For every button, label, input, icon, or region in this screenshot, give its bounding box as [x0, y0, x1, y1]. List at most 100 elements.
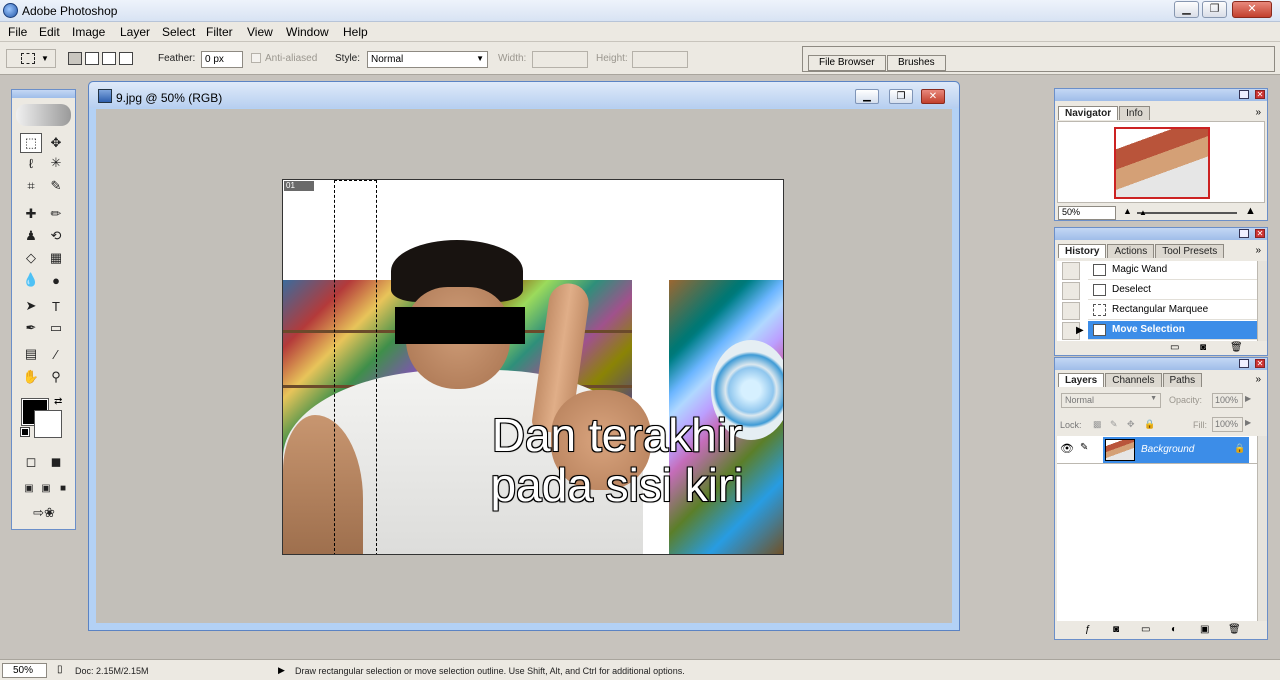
- history-item[interactable]: Rectangular Marquee: [1088, 301, 1257, 320]
- fill-slider-icon[interactable]: ▶: [1245, 418, 1251, 427]
- new-selection-icon[interactable]: [68, 52, 82, 65]
- panel-menu-icon[interactable]: »: [1255, 107, 1261, 118]
- minimize-button[interactable]: ▁: [1174, 1, 1199, 18]
- tab-info[interactable]: Info: [1119, 106, 1150, 120]
- doc-maximize-button[interactable]: ❐: [889, 89, 913, 104]
- tab-actions[interactable]: Actions: [1107, 244, 1155, 258]
- jump-to-imageready-icon[interactable]: ⇨❀: [26, 503, 62, 523]
- background-color-swatch[interactable]: [34, 410, 62, 438]
- intersect-selection-icon[interactable]: [119, 52, 133, 65]
- eyedropper-tool[interactable]: ⁄: [45, 344, 67, 364]
- menu-layer[interactable]: Layer: [120, 25, 150, 39]
- new-group-icon[interactable]: ▭: [1141, 624, 1150, 635]
- maximize-button[interactable]: ❐: [1202, 1, 1227, 18]
- gradient-tool[interactable]: ▦: [45, 248, 67, 268]
- history-snapshot-box[interactable]: [1062, 302, 1080, 320]
- tab-history[interactable]: History: [1058, 244, 1107, 258]
- menu-file[interactable]: File: [8, 25, 27, 39]
- close-button[interactable]: ✕: [1232, 1, 1272, 18]
- tab-paths[interactable]: Paths: [1162, 373, 1203, 387]
- panel-menu-icon[interactable]: »: [1255, 245, 1261, 256]
- status-menu-arrow-icon[interactable]: ▶: [278, 665, 285, 676]
- width-input[interactable]: [532, 51, 588, 68]
- doc-close-button[interactable]: ✕: [921, 89, 945, 104]
- panel-header[interactable]: ✕: [1055, 358, 1267, 370]
- add-to-selection-icon[interactable]: [85, 52, 99, 65]
- zoom-out-icon[interactable]: ▲: [1123, 206, 1132, 216]
- panel-minimize-icon[interactable]: [1239, 90, 1249, 99]
- brush-tool[interactable]: ✏: [45, 204, 67, 224]
- panel-minimize-icon[interactable]: [1239, 359, 1249, 368]
- history-snapshot-box[interactable]: [1062, 282, 1080, 300]
- adjustment-layer-icon[interactable]: ◐: [1171, 624, 1177, 635]
- menu-edit[interactable]: Edit: [39, 25, 60, 39]
- menu-select[interactable]: Select: [162, 25, 195, 39]
- history-item[interactable]: Magic Wand: [1088, 261, 1257, 280]
- notes-tool[interactable]: ▤: [20, 344, 42, 364]
- menu-view[interactable]: View: [247, 25, 273, 39]
- trash-icon[interactable]: 🗑: [1228, 624, 1241, 635]
- type-tool[interactable]: T: [45, 296, 67, 316]
- close-icon[interactable]: ✕: [1255, 229, 1265, 238]
- blur-tool[interactable]: 💧: [20, 270, 42, 290]
- eye-visibility-icon[interactable]: 👁: [1060, 442, 1074, 455]
- panel-menu-icon[interactable]: »: [1255, 374, 1261, 385]
- layer-mask-icon[interactable]: ◙: [1113, 624, 1119, 635]
- tab-brushes[interactable]: Brushes: [887, 55, 946, 71]
- new-snapshot-icon[interactable]: ◙: [1200, 342, 1206, 353]
- navigator-preview[interactable]: [1057, 121, 1265, 203]
- clone-stamp-tool[interactable]: ♟: [20, 226, 42, 246]
- slice-tool[interactable]: ✎: [45, 176, 67, 196]
- default-colors-icon[interactable]: [20, 427, 30, 437]
- doc-minimize-button[interactable]: ▁: [855, 89, 879, 104]
- history-brush-tool[interactable]: ⟲: [45, 226, 67, 246]
- path-selection-tool[interactable]: ➤: [20, 296, 42, 316]
- healing-brush-tool[interactable]: ✚: [20, 204, 42, 224]
- photoshop-eye-logo[interactable]: [16, 104, 71, 126]
- layers-scrollbar[interactable]: [1257, 436, 1267, 621]
- tool-preset-picker[interactable]: ▼: [6, 49, 56, 68]
- panel-header[interactable]: ✕: [1055, 228, 1267, 240]
- lock-all-icon[interactable]: 🔒: [1144, 419, 1155, 430]
- tab-tool-presets[interactable]: Tool Presets: [1155, 244, 1225, 258]
- standard-mode-icon[interactable]: ◻: [20, 452, 42, 472]
- magic-wand-tool[interactable]: ✳: [45, 153, 67, 173]
- close-icon[interactable]: ✕: [1255, 90, 1265, 99]
- menu-image[interactable]: Image: [72, 25, 105, 39]
- menu-filter[interactable]: Filter: [206, 25, 233, 39]
- tab-file-browser[interactable]: File Browser: [808, 55, 886, 71]
- view-box[interactable]: [1114, 127, 1210, 199]
- navigator-zoom-input[interactable]: 50%: [1058, 206, 1116, 220]
- zoom-slider-thumb[interactable]: ▲: [1139, 208, 1147, 217]
- lock-position-icon[interactable]: ✥: [1127, 419, 1135, 430]
- layer-style-icon[interactable]: ƒ: [1085, 624, 1091, 635]
- menu-window[interactable]: Window: [286, 25, 329, 39]
- layer-selected-highlight[interactable]: Background 🔒: [1103, 437, 1249, 463]
- status-zoom-input[interactable]: 50%: [2, 663, 47, 678]
- history-item-selected[interactable]: Move Selection: [1088, 321, 1257, 340]
- height-input[interactable]: [632, 51, 688, 68]
- lock-image-icon[interactable]: ✎: [1110, 419, 1118, 430]
- subtract-from-selection-icon[interactable]: [102, 52, 116, 65]
- toolbox-header[interactable]: [12, 90, 75, 98]
- feather-input[interactable]: 0 px: [201, 51, 243, 68]
- new-layer-icon[interactable]: ▣: [1200, 624, 1209, 635]
- trash-icon[interactable]: 🗑: [1230, 342, 1243, 353]
- history-snapshot-box[interactable]: [1062, 262, 1080, 280]
- rectangular-marquee-tool[interactable]: ⬚: [20, 133, 42, 153]
- close-icon[interactable]: ✕: [1255, 359, 1265, 368]
- zoom-slider-track[interactable]: ▲: [1137, 208, 1237, 217]
- history-item[interactable]: Deselect: [1088, 281, 1257, 300]
- pen-tool[interactable]: ✒: [20, 318, 42, 338]
- panel-minimize-icon[interactable]: [1239, 229, 1249, 238]
- opacity-input[interactable]: 100%: [1212, 393, 1243, 408]
- antialiased-checkbox[interactable]: [251, 53, 261, 63]
- lasso-tool[interactable]: ℓ: [20, 153, 42, 173]
- move-tool[interactable]: ✥: [45, 133, 67, 153]
- quick-mask-mode-icon[interactable]: ◼: [45, 452, 67, 472]
- tab-navigator[interactable]: Navigator: [1058, 106, 1119, 120]
- style-select[interactable]: Normal ▼: [367, 51, 488, 68]
- lock-transparency-icon[interactable]: ▩: [1093, 419, 1102, 430]
- fill-input[interactable]: 100%: [1212, 417, 1243, 432]
- crop-tool[interactable]: ⌗: [20, 176, 42, 196]
